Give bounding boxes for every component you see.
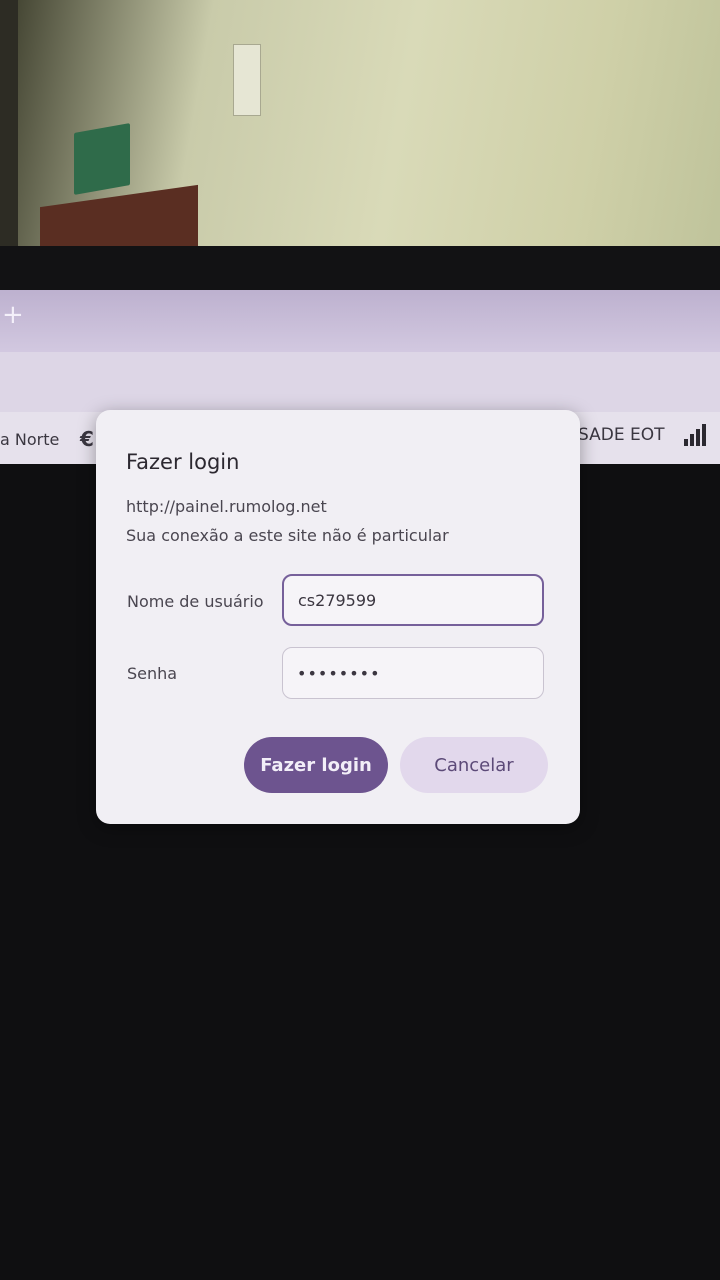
photo-exit-sign [74,123,130,195]
password-input[interactable] [282,647,544,699]
photo-wall-plaque [233,44,261,116]
cancel-button[interactable]: Cancelar [400,737,548,793]
monitor-bezel [0,246,720,290]
bookmark-item-sade-eot[interactable]: SADE EOT [578,425,664,445]
privacy-note: Sua conexão a este site não é particular [126,526,449,545]
browser-toolbar [0,352,720,412]
photo-background-edge [0,0,18,262]
new-tab-icon[interactable]: + [2,302,24,328]
login-button[interactable]: Fazer login [244,737,388,793]
dialog-title: Fazer login [126,450,240,474]
bookmark-edge-icon[interactable]: € [80,427,94,451]
bookmark-item-left[interactable]: a Norte [0,430,59,449]
site-url: http://painel.rumolog.net [126,497,327,516]
username-input[interactable] [282,574,544,626]
signal-bars-icon[interactable] [684,424,710,446]
password-label: Senha [127,664,178,683]
username-label: Nome de usuário [127,592,264,611]
browser-tab-strip [0,290,720,352]
